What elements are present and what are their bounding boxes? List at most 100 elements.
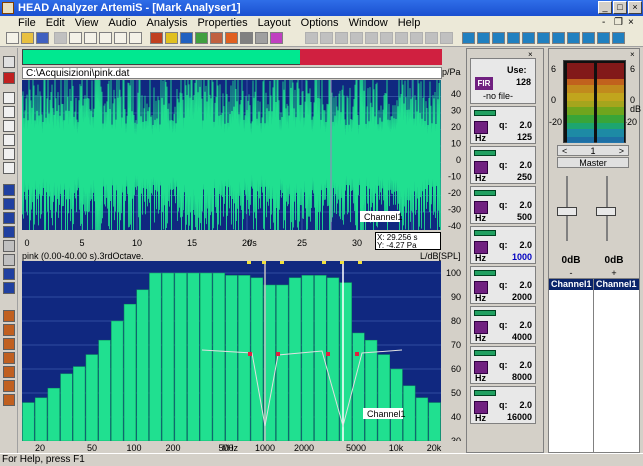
pointer-icon[interactable]: [3, 56, 15, 68]
find-icon[interactable]: [99, 32, 112, 44]
tool-2-icon[interactable]: [3, 324, 15, 336]
menu-layout[interactable]: Layout: [258, 17, 291, 29]
layout-f-icon[interactable]: [537, 32, 550, 44]
tool-j-icon[interactable]: [440, 32, 453, 44]
layout-g-icon[interactable]: [552, 32, 565, 44]
menu-edit[interactable]: Edit: [46, 17, 65, 29]
meter-scale-6: 6: [551, 64, 557, 74]
spectrum-plot[interactable]: Channel1: [22, 261, 441, 441]
tool-4-icon[interactable]: [3, 352, 15, 364]
left-fader-handle[interactable]: [557, 207, 577, 216]
cut-icon[interactable]: [54, 32, 67, 44]
layout-e-icon[interactable]: [522, 32, 535, 44]
menu-view[interactable]: View: [75, 17, 99, 29]
tool-5-icon[interactable]: [3, 366, 15, 378]
overview-selection[interactable]: [300, 49, 442, 65]
filter-band[interactable]: Hz q: 2.0 1000: [470, 226, 536, 264]
tool-e-icon[interactable]: [365, 32, 378, 44]
list-b-icon[interactable]: [3, 106, 15, 118]
list-f-icon[interactable]: [3, 162, 15, 174]
analysis-icon[interactable]: [150, 32, 163, 44]
print-icon[interactable]: [114, 32, 127, 44]
menu-audio[interactable]: Audio: [108, 17, 136, 29]
layout-h-icon[interactable]: [567, 32, 580, 44]
tool-d-icon[interactable]: [350, 32, 363, 44]
doc-close-button[interactable]: ×: [628, 17, 634, 28]
tool-b-icon[interactable]: [320, 32, 333, 44]
save-icon[interactable]: [36, 32, 49, 44]
filter-band[interactable]: Hz q: 2.0 2000: [470, 266, 536, 304]
view-b-icon[interactable]: [3, 198, 15, 210]
list-e-icon[interactable]: [3, 148, 15, 160]
settings-icon[interactable]: [240, 32, 253, 44]
fir-button[interactable]: FIR: [475, 77, 493, 90]
menu-file[interactable]: File: [18, 17, 36, 29]
minimize-button[interactable]: _: [598, 1, 612, 14]
doc-restore-button[interactable]: ❐: [614, 17, 623, 28]
tool-f-icon[interactable]: [380, 32, 393, 44]
list-a-icon[interactable]: [3, 92, 15, 104]
play-icon[interactable]: [195, 32, 208, 44]
filter-icon[interactable]: [165, 32, 178, 44]
mixer-close-icon[interactable]: ×: [630, 50, 635, 59]
layout-b-icon[interactable]: [477, 32, 490, 44]
right-fader-handle[interactable]: [596, 207, 616, 216]
menu-help[interactable]: Help: [398, 17, 421, 29]
view-e-icon[interactable]: [3, 240, 15, 252]
filter-band[interactable]: Hz q: 2.0 8000: [470, 346, 536, 384]
app-icon[interactable]: [2, 2, 14, 14]
menu-window[interactable]: Window: [349, 17, 388, 29]
config-icon[interactable]: [255, 32, 268, 44]
tool-g-icon[interactable]: [395, 32, 408, 44]
marker-icon[interactable]: [270, 32, 283, 44]
menu-properties[interactable]: Properties: [197, 17, 247, 29]
close-button[interactable]: ×: [628, 1, 642, 14]
help-icon[interactable]: [129, 32, 142, 44]
channel-right-item[interactable]: Channel1: [594, 279, 639, 290]
tool-i-icon[interactable]: [425, 32, 438, 44]
layout-d-icon[interactable]: [507, 32, 520, 44]
filter-band[interactable]: Hz q: 2.0 250: [470, 146, 536, 184]
chevron-right-icon[interactable]: >: [619, 146, 624, 156]
copy-icon[interactable]: [69, 32, 82, 44]
spectrum-icon[interactable]: [180, 32, 193, 44]
view-g-icon[interactable]: [3, 268, 15, 280]
list-d-icon[interactable]: [3, 134, 15, 146]
menu-options[interactable]: Options: [301, 17, 339, 29]
paste-icon[interactable]: [84, 32, 97, 44]
tool-c-icon[interactable]: [335, 32, 348, 44]
layout-j-icon[interactable]: [597, 32, 610, 44]
view-a-icon[interactable]: [3, 184, 15, 196]
chevron-left-icon[interactable]: <: [562, 146, 567, 156]
doc-minimize-button[interactable]: -: [602, 17, 605, 28]
filter-band[interactable]: Hz q: 2.0 4000: [470, 306, 536, 344]
tool-3-icon[interactable]: [3, 338, 15, 350]
master-selector[interactable]: < 1 >: [557, 145, 629, 156]
tool-a-icon[interactable]: [305, 32, 318, 44]
view-h-icon[interactable]: [3, 282, 15, 294]
channel-left-item[interactable]: Channel1: [549, 279, 593, 290]
list-c-icon[interactable]: [3, 120, 15, 132]
new-icon[interactable]: [6, 32, 19, 44]
tool-7-icon[interactable]: [3, 394, 15, 406]
tool-h-icon[interactable]: [410, 32, 423, 44]
tool-1-icon[interactable]: [3, 310, 15, 322]
open-icon[interactable]: [21, 32, 34, 44]
filter-band[interactable]: Hz q: 2.0 500: [470, 186, 536, 224]
view-d-icon[interactable]: [3, 226, 15, 238]
layout-c-icon[interactable]: [492, 32, 505, 44]
view-f-icon[interactable]: [3, 254, 15, 266]
record-tool-icon[interactable]: [3, 72, 15, 84]
layout-k-icon[interactable]: [612, 32, 625, 44]
layout-a-icon[interactable]: [462, 32, 475, 44]
tool-6-icon[interactable]: [3, 380, 15, 392]
stop-icon[interactable]: [225, 32, 238, 44]
view-c-icon[interactable]: [3, 212, 15, 224]
time-signal-plot[interactable]: Channel1: [22, 80, 441, 230]
filter-band[interactable]: Hz q: 2.0 125: [470, 106, 536, 144]
layout-i-icon[interactable]: [582, 32, 595, 44]
record-icon[interactable]: [210, 32, 223, 44]
filter-band[interactable]: Hz q: 2.0 16000: [470, 386, 536, 424]
menu-analysis[interactable]: Analysis: [147, 17, 188, 29]
maximize-button[interactable]: □: [613, 1, 627, 14]
